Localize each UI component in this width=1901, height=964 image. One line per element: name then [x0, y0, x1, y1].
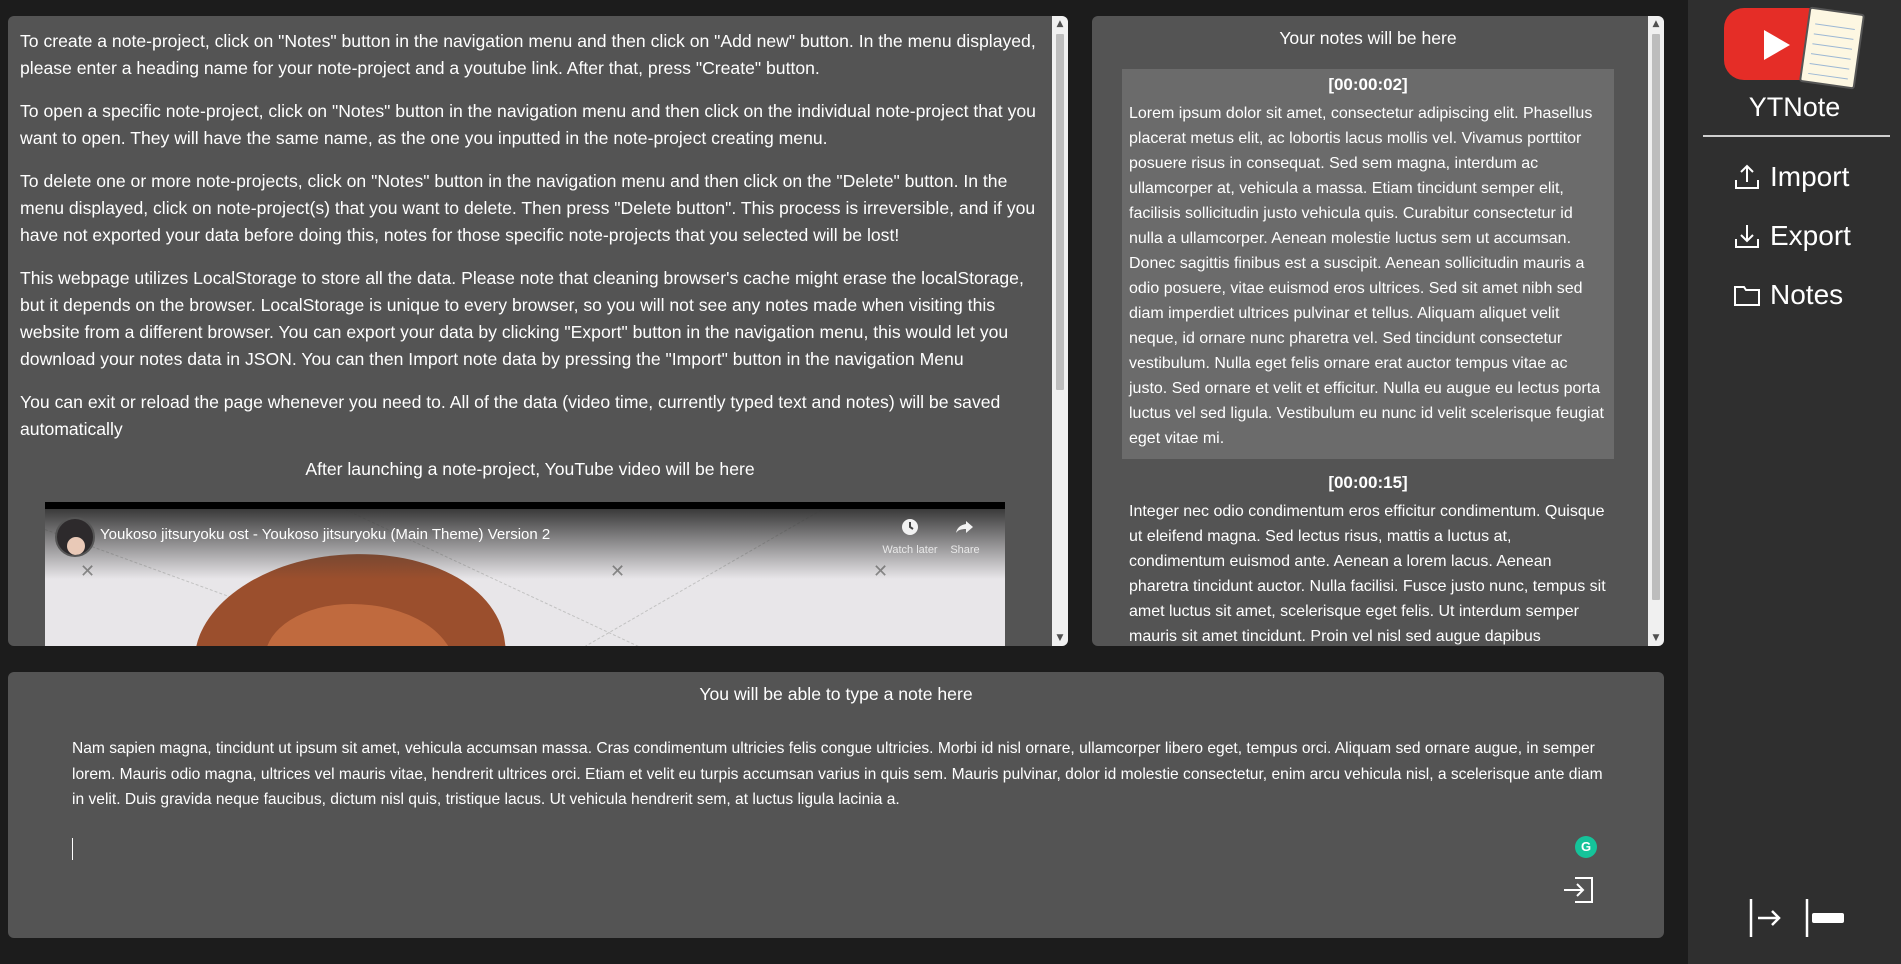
note-timestamp[interactable]: [00:00:15] — [1129, 473, 1607, 493]
arrow-to-right-icon[interactable] — [1748, 896, 1784, 945]
scroll-down-arrow-icon[interactable]: ▼ — [1648, 630, 1664, 646]
text-caret — [72, 838, 73, 860]
video-title[interactable]: Youkoso jitsuryoku ost - Youkoso jitsury… — [100, 526, 550, 543]
scrollbar-thumb[interactable] — [1056, 34, 1064, 390]
nav-export-button[interactable]: Export — [1732, 216, 1851, 256]
nav-import-button[interactable]: Import — [1732, 157, 1849, 197]
folder-icon — [1734, 286, 1760, 306]
submit-note-button[interactable] — [1561, 875, 1597, 905]
grammarly-icon[interactable]: G — [1575, 836, 1597, 858]
nav-notes-button[interactable]: Notes — [1732, 275, 1843, 315]
notes-scrollbar[interactable]: ▲ ▼ — [1648, 16, 1664, 646]
scrollbar-thumb[interactable] — [1652, 34, 1660, 600]
editor-title: You will be able to type a note here — [699, 684, 973, 704]
notes-content: Your notes will be here [00:00:02] Lorem… — [1092, 16, 1648, 646]
note-editor-panel: You will be able to type a note here Nam… — [8, 672, 1664, 938]
sign-in-icon — [1564, 877, 1593, 903]
share-button[interactable]: Share — [930, 517, 1000, 556]
collapse-bar-icon[interactable] — [1804, 896, 1848, 945]
divider — [1703, 135, 1890, 137]
instruction-paragraph: This webpage utilizes LocalStorage to st… — [20, 268, 1024, 369]
nav-import-label: Import — [1770, 161, 1850, 192]
download-icon — [1735, 225, 1759, 248]
upload-icon — [1735, 164, 1759, 189]
video-top-gradient — [45, 509, 1005, 579]
note-timestamp[interactable]: [00:00:02] — [1129, 75, 1607, 95]
instructions-panel[interactable]: To create a note-project, click on "Note… — [8, 16, 1068, 646]
note-item[interactable]: [00:00:15] Integer nec odio condimentum … — [1122, 467, 1614, 646]
note-text-input[interactable]: Nam sapien magna, tincidunt ut ipsum sit… — [72, 736, 1604, 813]
notepad-icon — [1798, 6, 1866, 90]
brand-name: YTNote — [1748, 92, 1841, 122]
note-text: Lorem ipsum dolor sit amet, consectetur … — [1129, 105, 1604, 447]
video-caption: After launching a note-project, YouTube … — [305, 459, 755, 479]
scroll-up-arrow-icon[interactable]: ▲ — [1648, 16, 1664, 32]
note-text: Integer nec odio condimentum eros effici… — [1129, 503, 1606, 645]
instructions-content: To create a note-project, click on "Note… — [8, 16, 1052, 646]
channel-avatar[interactable] — [55, 517, 95, 557]
ytnote-logo[interactable] — [1724, 6, 1866, 90]
nav-notes-label: Notes — [1770, 279, 1844, 310]
scroll-down-arrow-icon[interactable]: ▼ — [1052, 630, 1068, 646]
instruction-paragraph: To open a specific note-project, click o… — [20, 101, 1036, 148]
scroll-up-arrow-icon[interactable]: ▲ — [1052, 16, 1068, 32]
play-icon — [1764, 30, 1790, 60]
instructions-scrollbar[interactable]: ▲ ▼ — [1052, 16, 1068, 646]
share-icon — [930, 517, 1000, 544]
instruction-paragraph: To delete one or more note-projects, cli… — [20, 171, 1036, 245]
note-item[interactable]: [00:00:02] Lorem ipsum dolor sit amet, c… — [1122, 69, 1614, 459]
notes-panel[interactable]: Your notes will be here [00:00:02] Lorem… — [1092, 16, 1664, 646]
navigation-sidebar: YTNote Import Export Notes — [1688, 0, 1901, 964]
youtube-video-embed[interactable]: ✕ ✕ ✕ Youkoso jitsuryoku ost - Youkoso j… — [45, 502, 1005, 646]
share-label: Share — [950, 544, 980, 556]
instruction-paragraph: You can exit or reload the page whenever… — [20, 392, 1001, 439]
nav-export-label: Export — [1770, 220, 1851, 251]
instruction-paragraph: To create a note-project, click on "Note… — [20, 31, 1036, 78]
notes-title: Your notes will be here — [1279, 28, 1457, 48]
